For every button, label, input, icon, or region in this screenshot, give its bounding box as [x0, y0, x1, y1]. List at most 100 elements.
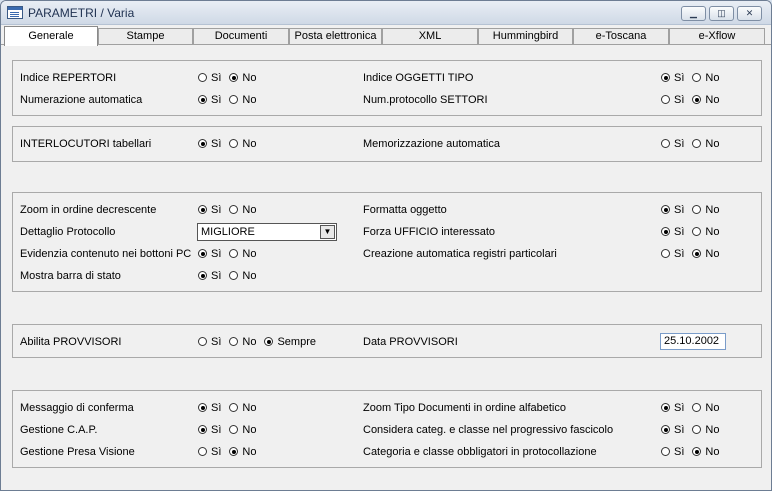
radio-option-yes[interactable]: Sì — [198, 94, 221, 106]
radio-option-no[interactable]: No — [229, 72, 256, 84]
tab-e-xflow[interactable]: e-Xflow — [669, 28, 765, 44]
radio-button-icon[interactable] — [661, 139, 670, 148]
radio-option-no[interactable]: No — [229, 94, 256, 106]
radio-button-icon[interactable] — [229, 403, 239, 412]
radio-button-icon[interactable] — [692, 227, 702, 236]
radio-button-icon[interactable] — [198, 403, 207, 412]
radio-option-no[interactable]: No — [692, 402, 719, 414]
radio-option-yes[interactable]: Sì — [661, 226, 684, 238]
radio-button-icon[interactable] — [198, 271, 207, 280]
zoom-tipo-documenti-radio[interactable]: Sì No — [661, 402, 727, 414]
radio-option-yes[interactable]: Sì — [661, 94, 684, 106]
categoria-classe-radio[interactable]: Sì No — [661, 446, 727, 458]
dettaglio-protocollo-select[interactable]: MIGLIORE ▼ — [197, 223, 337, 241]
radio-button-icon[interactable] — [692, 403, 702, 412]
gestione-cap-radio[interactable]: Sì No — [198, 424, 264, 436]
radio-option-no[interactable]: No — [229, 138, 256, 150]
radio-option-no[interactable]: No — [692, 248, 719, 260]
radio-option-yes[interactable]: Sì — [198, 138, 221, 150]
data-provvisori-input[interactable]: 25.10.2002 — [660, 333, 726, 350]
radio-button-icon[interactable] — [692, 95, 702, 104]
radio-option-yes[interactable]: Sì — [661, 204, 684, 216]
radio-button-icon[interactable] — [229, 139, 239, 148]
radio-option-no[interactable]: No — [229, 424, 256, 436]
radio-option-no[interactable]: No — [692, 226, 719, 238]
radio-button-icon[interactable] — [692, 205, 702, 214]
radio-option-no[interactable]: No — [692, 72, 719, 84]
radio-option-no[interactable]: No — [692, 424, 719, 436]
radio-button-icon[interactable] — [661, 205, 670, 214]
radio-option-yes[interactable]: Sì — [198, 204, 221, 216]
radio-button-icon[interactable] — [692, 447, 702, 456]
radio-option-yes[interactable]: Sì — [661, 138, 684, 150]
tab-hummingbird[interactable]: Hummingbird — [478, 28, 573, 44]
radio-option-no[interactable]: No — [692, 138, 719, 150]
radio-button-icon[interactable] — [661, 227, 670, 236]
zoom-decrescente-radio[interactable]: Sì No — [198, 204, 264, 216]
radio-button-icon[interactable] — [198, 139, 207, 148]
num-protocollo-settori-radio[interactable]: Sì No — [661, 94, 727, 106]
formatta-oggetto-radio[interactable]: Sì No — [661, 204, 727, 216]
tab-stampe[interactable]: Stampe — [98, 28, 193, 44]
radio-button-icon[interactable] — [264, 337, 274, 346]
radio-button-icon[interactable] — [229, 337, 239, 346]
radio-button-icon[interactable] — [229, 95, 239, 104]
radio-option-no[interactable]: No — [229, 204, 256, 216]
restore-button[interactable]: ◫ — [709, 6, 734, 21]
tab-posta-elettronica[interactable]: Posta elettronica — [289, 28, 382, 44]
minimize-button[interactable]: ▁ — [681, 6, 706, 21]
radio-button-icon[interactable] — [692, 249, 702, 258]
radio-button-icon[interactable] — [229, 249, 239, 258]
radio-option-yes[interactable]: Sì — [661, 424, 684, 436]
radio-button-icon[interactable] — [198, 95, 207, 104]
radio-option-yes[interactable]: Sì — [198, 270, 221, 282]
tab-generale[interactable]: Generale — [4, 26, 98, 46]
radio-button-icon[interactable] — [692, 139, 702, 148]
radio-option-no[interactable]: No — [229, 270, 256, 282]
radio-button-icon[interactable] — [198, 425, 207, 434]
radio-option-no[interactable]: No — [692, 204, 719, 216]
indice-oggetti-tipo-radio[interactable]: Sì No — [661, 72, 727, 84]
radio-option-yes[interactable]: Sì — [198, 446, 221, 458]
radio-option-no[interactable]: No — [692, 446, 719, 458]
evidenzia-contenuto-radio[interactable]: Sì No — [198, 248, 264, 260]
interlocutori-tabellari-radio[interactable]: Sì No — [198, 138, 264, 150]
numerazione-automatica-radio[interactable]: Sì No — [198, 94, 264, 106]
radio-button-icon[interactable] — [198, 205, 207, 214]
radio-option-no[interactable]: No — [229, 402, 256, 414]
radio-button-icon[interactable] — [692, 425, 702, 434]
radio-option-yes[interactable]: Sì — [661, 248, 684, 260]
radio-option-yes[interactable]: Sì — [198, 336, 221, 348]
radio-option-no[interactable]: No — [692, 94, 719, 106]
radio-button-icon[interactable] — [661, 95, 670, 104]
radio-button-icon[interactable] — [198, 73, 207, 82]
radio-button-icon[interactable] — [661, 425, 670, 434]
radio-button-icon[interactable] — [229, 205, 239, 214]
radio-option-yes[interactable]: Sì — [198, 402, 221, 414]
radio-option-no[interactable]: No — [229, 248, 256, 260]
radio-option-no[interactable]: No — [229, 336, 256, 348]
tab-documenti[interactable]: Documenti — [193, 28, 289, 44]
radio-option-yes[interactable]: Sì — [198, 248, 221, 260]
radio-button-icon[interactable] — [229, 73, 239, 82]
radio-button-icon[interactable] — [229, 447, 239, 456]
tab-xml[interactable]: XML — [382, 28, 478, 44]
radio-button-icon[interactable] — [198, 447, 207, 456]
indice-repertori-radio[interactable]: Sì No — [198, 72, 264, 84]
memorizzazione-automatica-radio[interactable]: Sì No — [661, 138, 727, 150]
radio-button-icon[interactable] — [661, 73, 670, 82]
radio-button-icon[interactable] — [661, 447, 670, 456]
creazione-registri-radio[interactable]: Sì No — [661, 248, 727, 260]
radio-option-yes[interactable]: Sì — [661, 446, 684, 458]
radio-button-icon[interactable] — [198, 249, 207, 258]
considera-categ-radio[interactable]: Sì No — [661, 424, 727, 436]
abilita-provvisori-radio[interactable]: Sì No Sempre — [198, 336, 324, 348]
radio-option-always[interactable]: Sempre — [264, 336, 316, 348]
messaggio-conferma-radio[interactable]: Sì No — [198, 402, 264, 414]
forza-ufficio-radio[interactable]: Sì No — [661, 226, 727, 238]
radio-button-icon[interactable] — [661, 249, 670, 258]
radio-button-icon[interactable] — [229, 425, 239, 434]
radio-option-yes[interactable]: Sì — [661, 72, 684, 84]
radio-button-icon[interactable] — [198, 337, 207, 346]
radio-option-yes[interactable]: Sì — [198, 424, 221, 436]
